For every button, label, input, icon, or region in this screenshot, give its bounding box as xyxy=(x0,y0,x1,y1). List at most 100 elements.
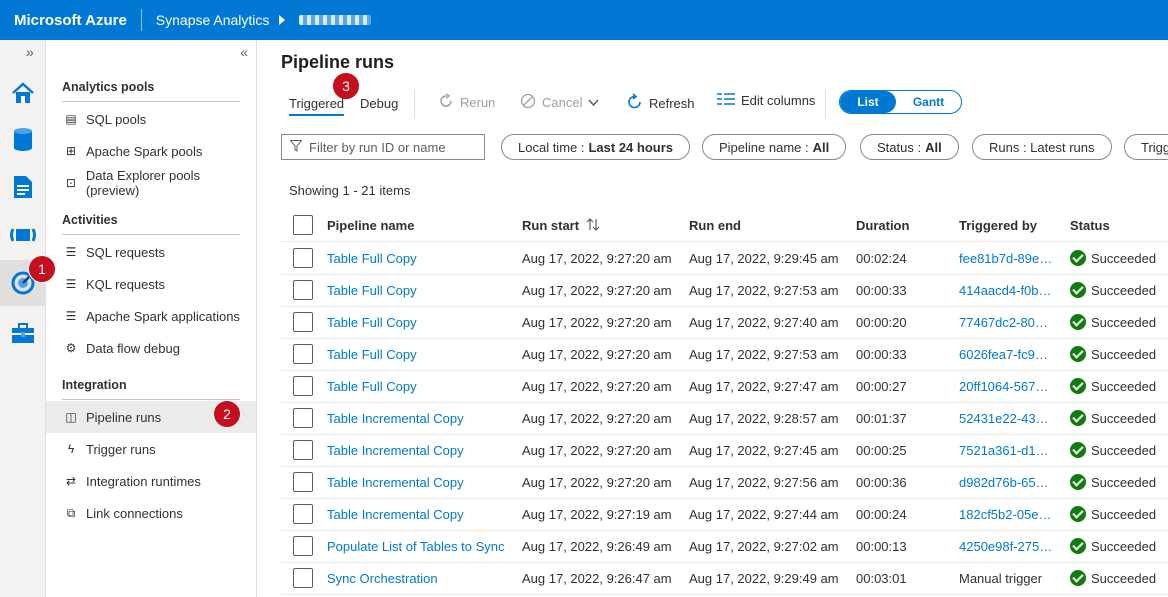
search-input[interactable]: Filter by run ID or name xyxy=(281,134,485,160)
row-checkbox[interactable] xyxy=(293,504,313,524)
pipeline-name-link[interactable]: Table Incremental Copy xyxy=(327,475,464,490)
pipeline-name-filter[interactable]: Pipeline name : All xyxy=(702,134,847,160)
cancel-button[interactable]: Cancel xyxy=(520,93,600,112)
row-checkbox[interactable] xyxy=(293,376,313,396)
filter-label: Pipeline name : xyxy=(719,139,809,155)
tab-triggered[interactable]: Triggered xyxy=(289,96,345,116)
workspace-name-redacted[interactable] xyxy=(299,15,372,25)
row-checkbox[interactable] xyxy=(293,248,313,268)
table-row[interactable]: Sync Orchestration Aug 17, 2022, 9:26:47 … xyxy=(281,563,1168,595)
refresh-button[interactable]: Refresh xyxy=(626,93,695,113)
column-duration[interactable]: Duration xyxy=(856,218,909,233)
select-all-checkbox[interactable] xyxy=(293,215,313,235)
table-row[interactable]: Table Full Copy Aug 17, 2022, 9:27:20 am A… xyxy=(281,339,1168,371)
triggered-by-cell[interactable]: 182cf5b2-05e… xyxy=(959,507,1052,522)
develop-icon[interactable] xyxy=(0,164,46,210)
pipeline-name-link[interactable]: Table Full Copy xyxy=(327,251,417,266)
column-status[interactable]: Status xyxy=(1070,218,1110,233)
nav-item-sql-requests[interactable]: ☰ SQL requests xyxy=(46,236,256,268)
pipeline-name-link[interactable]: Table Incremental Copy xyxy=(327,443,464,458)
sort-icon[interactable] xyxy=(586,218,600,234)
nav-divider xyxy=(62,101,240,102)
row-checkbox[interactable] xyxy=(293,312,313,332)
triggered-by-cell[interactable]: fee81b7d-89e… xyxy=(959,251,1052,266)
status-cell: Succeeded xyxy=(1091,379,1157,394)
table-header: Pipeline name Run start Run end Duration… xyxy=(281,210,1168,242)
triggered-by-cell[interactable]: 4250e98f-275… xyxy=(959,539,1052,554)
trigger-filter[interactable]: Trigg xyxy=(1124,134,1168,160)
tab-debug[interactable]: Debug xyxy=(360,96,398,111)
column-pipeline-name[interactable]: Pipeline name xyxy=(327,218,414,233)
integrate-icon[interactable] xyxy=(0,212,46,258)
row-checkbox[interactable] xyxy=(293,472,313,492)
pipeline-name-link[interactable]: Table Full Copy xyxy=(327,347,417,362)
home-icon[interactable] xyxy=(0,70,46,116)
pipeline-name-link[interactable]: Table Full Copy xyxy=(327,379,417,394)
status-filter[interactable]: Status : All xyxy=(860,134,959,160)
row-checkbox[interactable] xyxy=(293,280,313,300)
local-time-filter[interactable]: Local time : Last 24 hours xyxy=(501,134,691,160)
nav-item-sql-pools[interactable]: ▤ SQL pools xyxy=(46,103,256,135)
nav-item-data-flow-debug[interactable]: ⚙ Data flow debug xyxy=(46,332,256,364)
row-checkbox[interactable] xyxy=(293,536,313,556)
table-row[interactable]: Table Incremental Copy Aug 17, 2022, 9:27… xyxy=(281,467,1168,499)
nav-item-link-connections[interactable]: ⧉ Link connections xyxy=(46,497,256,529)
toolbar-divider xyxy=(414,90,415,118)
duration-cell: 00:00:25 xyxy=(856,443,907,458)
list-view-toggle[interactable]: List xyxy=(840,91,896,113)
rerun-button[interactable]: Rerun xyxy=(438,93,495,112)
triggered-by-cell[interactable]: 20ff1064-567… xyxy=(959,379,1048,394)
status-cell: Succeeded xyxy=(1091,507,1157,522)
table-row[interactable]: Table Full Copy Aug 17, 2022, 9:27:20 am A… xyxy=(281,275,1168,307)
pipeline-name-link[interactable]: Table Incremental Copy xyxy=(327,507,464,522)
gantt-view-toggle[interactable]: Gantt xyxy=(896,91,961,113)
run-end-cell: Aug 17, 2022, 9:28:57 am xyxy=(689,411,839,426)
column-run-start[interactable]: Run start xyxy=(522,218,579,233)
table-row[interactable]: Table Incremental Copy Aug 17, 2022, 9:27… xyxy=(281,499,1168,531)
table-row[interactable]: Table Full Copy Aug 17, 2022, 9:27:20 am A… xyxy=(281,371,1168,403)
row-checkbox[interactable] xyxy=(293,568,313,588)
triggered-by-cell[interactable]: d982d76b-65… xyxy=(959,475,1049,490)
pipeline-name-link[interactable]: Table Full Copy xyxy=(327,283,417,298)
link-connections-icon: ⧉ xyxy=(66,505,76,520)
collapse-panel-icon[interactable]: « xyxy=(240,44,248,60)
data-icon[interactable] xyxy=(0,116,46,162)
expand-rail-icon[interactable]: » xyxy=(26,44,34,60)
refresh-label: Refresh xyxy=(649,95,695,111)
triggered-by-cell[interactable]: 52431e22-43… xyxy=(959,411,1049,426)
duration-cell: 00:02:24 xyxy=(856,251,907,266)
nav-item-spark-applications[interactable]: ☰ Apache Spark applications xyxy=(46,300,256,332)
filter-value: All xyxy=(812,139,830,155)
nav-item-data-explorer-pools[interactable]: ⊡ Data Explorer pools (preview) xyxy=(46,167,256,199)
table-row[interactable]: Table Incremental Copy Aug 17, 2022, 9:27… xyxy=(281,435,1168,467)
triggered-by-cell[interactable]: 6026fea7-fc9… xyxy=(959,347,1048,362)
row-checkbox[interactable] xyxy=(293,408,313,428)
runs-filter[interactable]: Runs : Latest runs xyxy=(972,134,1112,160)
pipeline-name-link[interactable]: Table Incremental Copy xyxy=(327,411,464,426)
nav-item-integration-runtimes[interactable]: ⇄ Integration runtimes xyxy=(46,465,256,497)
monitor-nav-panel: « Analytics pools ▤ SQL pools ⊞ Apache Spa… xyxy=(46,40,257,597)
table-row[interactable]: Table Incremental Copy Aug 17, 2022, 9:27… xyxy=(281,403,1168,435)
row-checkbox[interactable] xyxy=(293,344,313,364)
column-triggered-by[interactable]: Triggered by xyxy=(959,218,1037,233)
column-run-end[interactable]: Run end xyxy=(689,218,741,233)
nav-item-trigger-runs[interactable]: ϟ Trigger runs xyxy=(46,433,256,465)
duration-cell: 00:03:01 xyxy=(856,571,907,586)
triggered-by-cell[interactable]: 414aacd4-f0b… xyxy=(959,283,1052,298)
service-title[interactable]: Synapse Analytics xyxy=(142,12,278,28)
row-checkbox[interactable] xyxy=(293,440,313,460)
table-row[interactable]: Table Full Copy Aug 17, 2022, 9:27:20 am A… xyxy=(281,243,1168,275)
manage-icon[interactable] xyxy=(0,310,46,356)
triggered-by-cell[interactable]: 77467dc2-80… xyxy=(959,315,1048,330)
triggered-by-cell[interactable]: 7521a361-d1… xyxy=(959,443,1049,458)
pipeline-name-link[interactable]: Table Full Copy xyxy=(327,315,417,330)
pipeline-name-link[interactable]: Populate List of Tables to Sync xyxy=(327,539,505,554)
brand-title[interactable]: Microsoft Azure xyxy=(0,12,141,29)
pipeline-name-link[interactable]: Sync Orchestration xyxy=(327,571,438,586)
table-row[interactable]: Table Full Copy Aug 17, 2022, 9:27:20 am A… xyxy=(281,307,1168,339)
table-row[interactable]: Populate List of Tables to Sync Aug 17, 2… xyxy=(281,531,1168,563)
nav-item-spark-pools[interactable]: ⊞ Apache Spark pools xyxy=(46,135,256,167)
edit-columns-button[interactable]: Edit columns xyxy=(717,93,815,108)
nav-item-kql-requests[interactable]: ☰ KQL requests xyxy=(46,268,256,300)
status-cell: Succeeded xyxy=(1091,475,1157,490)
